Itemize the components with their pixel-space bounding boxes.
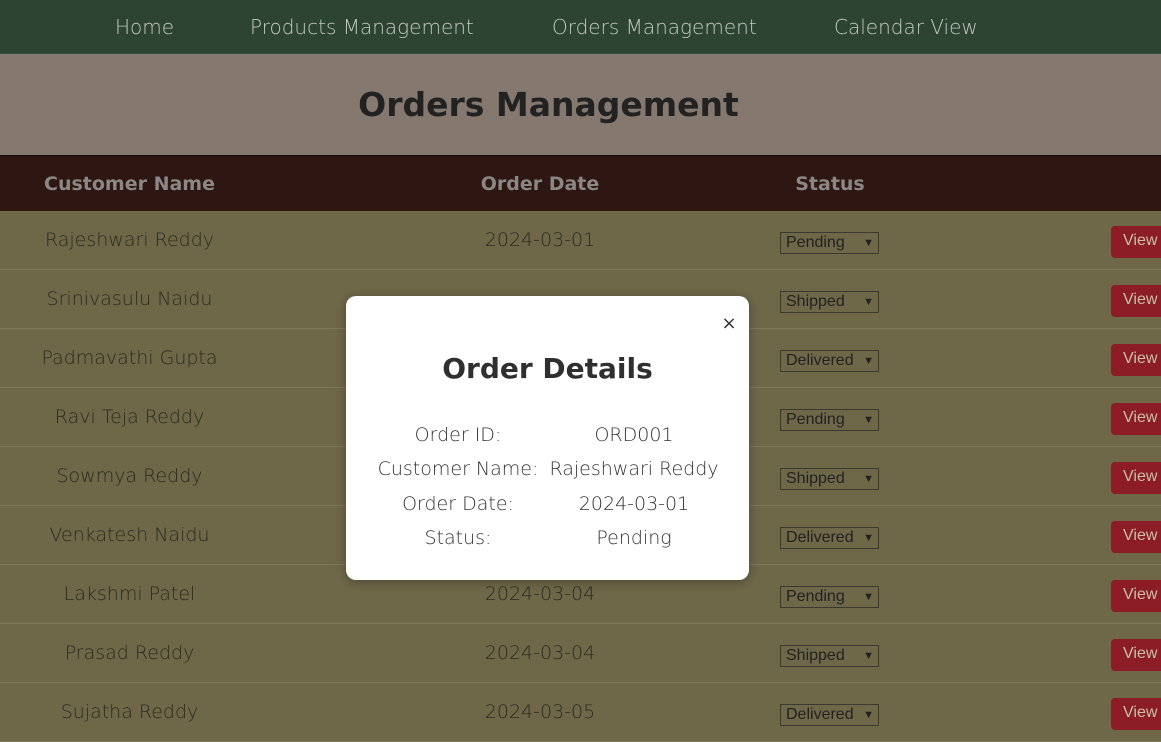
detail-label: Order Date: bbox=[402, 493, 514, 515]
detail-value: 2024-03-01 bbox=[578, 493, 690, 515]
detail-row-order-date: Order Date: 2024-03-01 bbox=[360, 487, 735, 521]
modal-title: Order Details bbox=[442, 352, 653, 385]
detail-value: ORD001 bbox=[594, 424, 674, 446]
detail-value: Rajeshwari Reddy bbox=[549, 458, 719, 480]
detail-label: Customer Name: bbox=[377, 458, 539, 480]
detail-label: Order ID: bbox=[414, 424, 502, 446]
detail-label: Status: bbox=[424, 527, 492, 549]
detail-value: Pending bbox=[596, 527, 672, 549]
detail-row-status: Status: Pending bbox=[360, 521, 735, 555]
close-icon[interactable]: × bbox=[720, 313, 738, 335]
detail-row-order-id: Order ID: ORD001 bbox=[360, 418, 735, 452]
detail-row-customer-name: Customer Name: Rajeshwari Reddy bbox=[360, 452, 735, 486]
